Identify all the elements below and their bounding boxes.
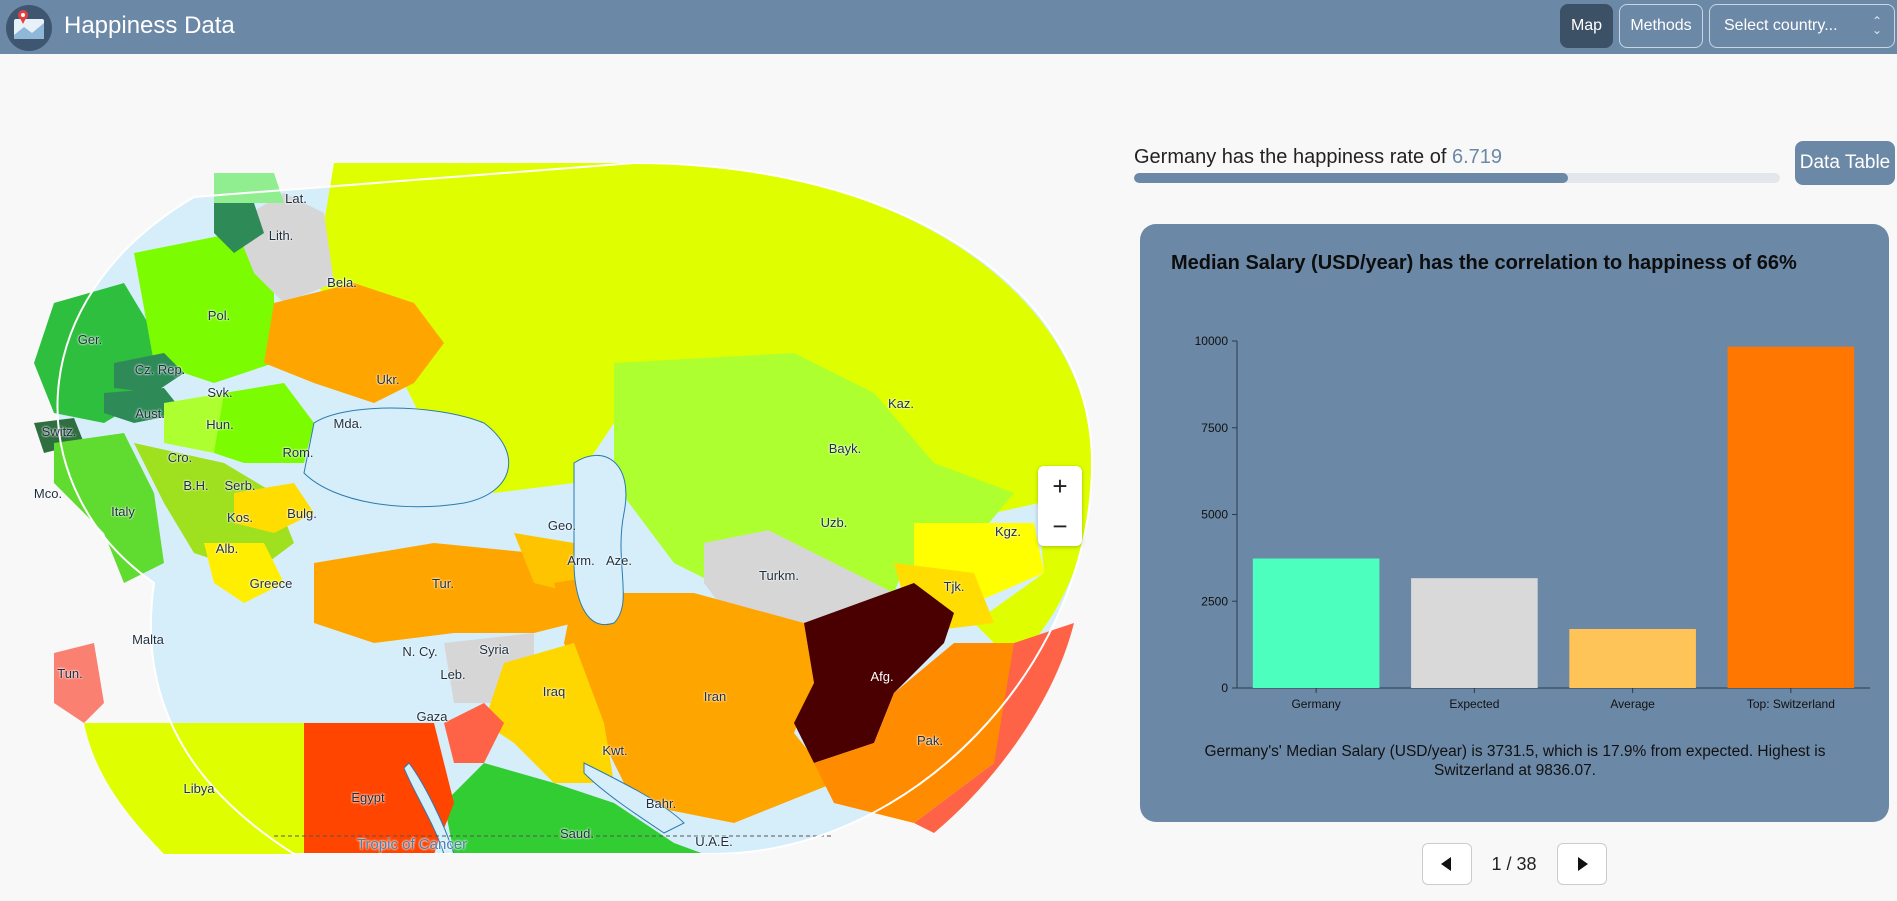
map-label-iraq: Iraq	[542, 684, 566, 699]
triangle-left-icon	[1441, 857, 1451, 871]
caspian-sea	[573, 454, 627, 626]
map-label-hun: Hun.	[206, 417, 234, 432]
map-label-switz: Switz.	[41, 424, 77, 439]
app-title: Happiness Data	[64, 12, 235, 39]
zoom-control: + −	[1038, 466, 1082, 546]
region-lat	[214, 173, 284, 203]
salary-bar-chart: 0 2500 5000 7500 10000 Germany Expected Average…	[1195, 334, 1870, 711]
world-map[interactable]	[14, 161, 1096, 855]
card-description: Germany's' Median Salary (USD/year) is 3…	[1204, 743, 1826, 779]
x-tick-label: Average	[1610, 697, 1655, 711]
map-label-ger: Ger.	[77, 332, 103, 347]
zoom-in-button[interactable]: +	[1038, 466, 1082, 506]
previous-page-button[interactable]	[1422, 843, 1472, 885]
map-label-serb: Serb.	[224, 478, 256, 493]
map-label-bahr: Bahr.	[645, 796, 677, 811]
map-label-egypt: Egypt	[351, 790, 385, 805]
map-label-tun: Tun.	[57, 666, 83, 681]
country-select-placeholder: Select country...	[1724, 17, 1838, 34]
bar-germany[interactable]	[1252, 558, 1380, 688]
country-select[interactable]: Select country... ⌃ ⌄	[1709, 4, 1895, 48]
map-label-malta: Malta	[132, 632, 164, 647]
page-indicator: 1 / 38	[1491, 854, 1537, 874]
happiness-progress-bar	[1134, 173, 1780, 183]
map-label-turkm: Turkm.	[759, 568, 799, 583]
zoom-out-button[interactable]: −	[1038, 506, 1082, 546]
map-label-kgz: Kgz.	[994, 524, 1022, 539]
map-label-mco: Mco.	[33, 486, 63, 501]
happiness-progress-fill	[1134, 173, 1569, 183]
region-egypt	[304, 723, 454, 854]
map-label-alb: Alb.	[215, 541, 239, 556]
map-label-kos: Kos.	[226, 510, 254, 525]
map-label-greece: Greece	[249, 576, 293, 591]
map-label-ukr: Ukr.	[376, 372, 400, 387]
map-label-lat: Lat.	[285, 191, 307, 206]
map-label-afg: Afg.	[870, 669, 894, 684]
y-tick-label: 0	[1221, 681, 1228, 695]
bar-top-switzerland[interactable]	[1727, 346, 1855, 688]
map-label-italy: Italy	[111, 504, 135, 519]
region-tun	[54, 643, 104, 723]
chevron-up-down-icon: ⌃ ⌄	[1871, 14, 1882, 37]
map-label-pak: Pak.	[916, 733, 944, 748]
methods-nav-button[interactable]: Methods	[1619, 4, 1703, 48]
map-label-gaza: Gaza	[416, 709, 448, 724]
map-label-czrep: Cz. Rep.	[134, 362, 186, 377]
app-logo-icon	[6, 5, 52, 51]
x-tick-label: Germany	[1291, 697, 1340, 711]
map-label-ncy: N. Cy.	[402, 644, 438, 659]
map-nav-button[interactable]: Map	[1560, 4, 1613, 48]
map-label-kaz: Kaz.	[887, 396, 915, 411]
bar-average[interactable]	[1569, 629, 1696, 688]
map-label-lith: Lith.	[268, 228, 294, 243]
x-tick-label: Expected	[1449, 697, 1499, 711]
triangle-right-icon	[1578, 857, 1588, 871]
map-label-mda: Mda.	[333, 416, 363, 431]
map-label-tur: Tur.	[432, 576, 454, 591]
happiness-rate: 6.719	[1451, 146, 1503, 168]
map-label-aust: Aust.	[135, 406, 165, 421]
x-tick-label: Top: Switzerland	[1747, 697, 1835, 711]
map-label-uae: U.A.E.	[695, 834, 733, 849]
map-label-tropic: Tropic of Cancer	[356, 836, 468, 853]
map-label-syria: Syria	[479, 642, 509, 657]
headline-prefix: Germany has the happiness rate of	[1134, 146, 1452, 168]
map-label-cro: Cro.	[167, 450, 193, 465]
y-tick-label: 7500	[1201, 421, 1228, 435]
map-label-tjk: Tjk.	[943, 579, 965, 594]
map-label-geo: Geo.	[547, 518, 577, 533]
map-label-saud: Saud.	[560, 826, 594, 841]
map-label-svk: Svk.	[207, 385, 233, 400]
y-tick-label: 10000	[1195, 334, 1229, 348]
metric-card: Median Salary (USD/year) has the correla…	[1140, 224, 1889, 822]
map-label-libya: Libya	[183, 781, 215, 796]
happiness-headline: Germany has the happiness rate of 6.719	[1134, 146, 1502, 169]
map-label-arm: Arm.	[567, 553, 595, 568]
y-tick-label: 2500	[1201, 594, 1228, 608]
data-table-button[interactable]: Data Table	[1795, 141, 1895, 185]
map-label-leb: Leb.	[440, 667, 466, 682]
map-label-bayk: Bayk.	[828, 441, 862, 456]
map-label-uzb: Uzb.	[820, 515, 848, 530]
bar-expected[interactable]	[1411, 578, 1538, 688]
map-label-bela: Bela.	[327, 275, 357, 290]
top-bar: Happiness Data Map Methods Select countr…	[0, 0, 1897, 54]
map-label-pol: Pol.	[207, 308, 231, 323]
next-page-button[interactable]	[1557, 843, 1607, 885]
map-label-aze: Aze.	[605, 553, 633, 568]
map-label-bh: B.H.	[183, 478, 209, 493]
y-tick-label: 5000	[1201, 508, 1228, 522]
map-label-iran: Iran	[703, 689, 727, 704]
map-label-kwt: Kwt.	[602, 743, 628, 758]
map-label-rom: Rom.	[282, 445, 314, 460]
map-label-bulg: Bulg.	[287, 506, 317, 521]
